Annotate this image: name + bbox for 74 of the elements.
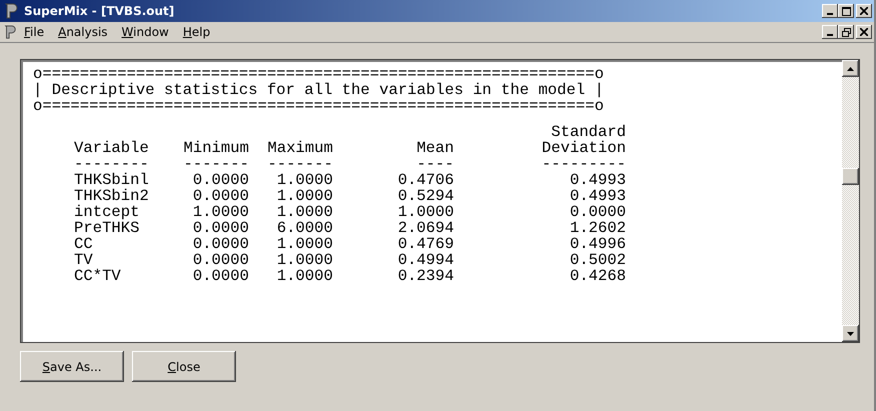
close-button[interactable]	[856, 25, 872, 39]
table-cell: 0.0000	[192, 187, 249, 205]
menu-item[interactable]: Help	[176, 25, 218, 39]
table-cell: 1.0000	[276, 267, 333, 285]
banner-line: o===========================================================o	[33, 66, 605, 82]
scroll-up-button[interactable]	[842, 60, 859, 77]
close-icon	[860, 28, 868, 36]
minimize-button[interactable]	[822, 4, 838, 18]
table-cell: 0.4993	[570, 187, 626, 205]
restore-icon	[842, 28, 850, 36]
heading-rule: ---------	[542, 155, 626, 173]
table-cell: 1.2602	[570, 219, 626, 237]
table-cell: 1.0000	[276, 235, 333, 253]
column-heading: Mean	[416, 139, 454, 157]
banner-line: | Descriptive statistics for all the variables in the model |	[33, 82, 605, 98]
table-cell: PreTHKS	[74, 219, 140, 237]
menu-item[interactable]: File	[17, 25, 52, 39]
column-heading: Deviation	[542, 139, 626, 157]
table-cell: 0.0000	[192, 219, 249, 237]
scrollbar-thumb[interactable]	[842, 168, 859, 185]
table-cell: 0.5002	[570, 251, 626, 269]
table-cell: 1.0000	[398, 203, 454, 221]
table-cell: 1.0000	[276, 251, 333, 269]
window-title: SuperMix - [TVBS.out]	[24, 4, 176, 18]
vertical-scrollbar[interactable]	[842, 60, 859, 342]
table-cell: 6.0000	[276, 219, 333, 237]
table-cell: 0.0000	[192, 267, 249, 285]
table-cell: 1.0000	[276, 171, 333, 189]
table-cell: 0.4268	[570, 267, 626, 285]
maximize-button[interactable]	[838, 4, 854, 18]
menu-item[interactable]: Window	[114, 25, 176, 39]
table-cell: 0.0000	[192, 235, 249, 253]
close-button[interactable]	[856, 4, 872, 18]
table-cell: TV	[74, 251, 93, 269]
scroll-down-button[interactable]	[842, 325, 859, 342]
table-cell: 1.0000	[276, 203, 333, 221]
minimize-button[interactable]	[822, 25, 838, 39]
column-heading: Maximum	[267, 139, 333, 157]
table-cell: intcept	[74, 203, 140, 221]
up-arrow-icon	[847, 66, 854, 70]
save-as-button[interactable]: Save As...	[20, 351, 124, 382]
maximize-icon	[842, 6, 850, 16]
table-cell: 0.0000	[192, 171, 249, 189]
table-cell: THKSbinl	[74, 171, 149, 189]
table-cell: 2.0694	[398, 219, 454, 237]
heading-rule: --------	[74, 155, 149, 173]
table-cell: 0.0000	[570, 203, 626, 221]
table-cell: 1.0000	[192, 203, 249, 221]
table-cell: 1.0000	[276, 187, 333, 205]
banner-line: o===========================================================o	[33, 98, 605, 114]
table-cell: 0.5294	[398, 187, 454, 205]
table-cell: 0.4769	[398, 235, 454, 253]
table-cell: THKSbin2	[74, 187, 149, 205]
app-logo-icon	[3, 24, 17, 40]
app-logo-icon	[3, 2, 19, 20]
heading-rule: -------	[183, 155, 249, 173]
heading-rule: -------	[267, 155, 333, 173]
heading-rule: ----	[416, 155, 454, 173]
table-cell: 0.4996	[570, 235, 626, 253]
table-cell: CC*TV	[74, 267, 121, 285]
table-cell: 0.0000	[192, 251, 249, 269]
table-cell: 0.2394	[398, 267, 454, 285]
menu-item[interactable]: Analysis	[51, 25, 115, 39]
column-heading: Standard	[551, 123, 626, 141]
table-cell: CC	[74, 235, 93, 253]
down-arrow-icon	[847, 332, 854, 336]
table-cell: 0.4706	[398, 171, 454, 189]
close-button[interactable]: Close	[132, 351, 236, 382]
close-icon	[860, 7, 868, 15]
table-cell: 0.4993	[570, 171, 626, 189]
column-heading: Minimum	[183, 139, 249, 157]
column-heading: Variable	[74, 139, 149, 157]
restore-button[interactable]	[838, 25, 854, 39]
table-cell: 0.4994	[398, 251, 454, 269]
